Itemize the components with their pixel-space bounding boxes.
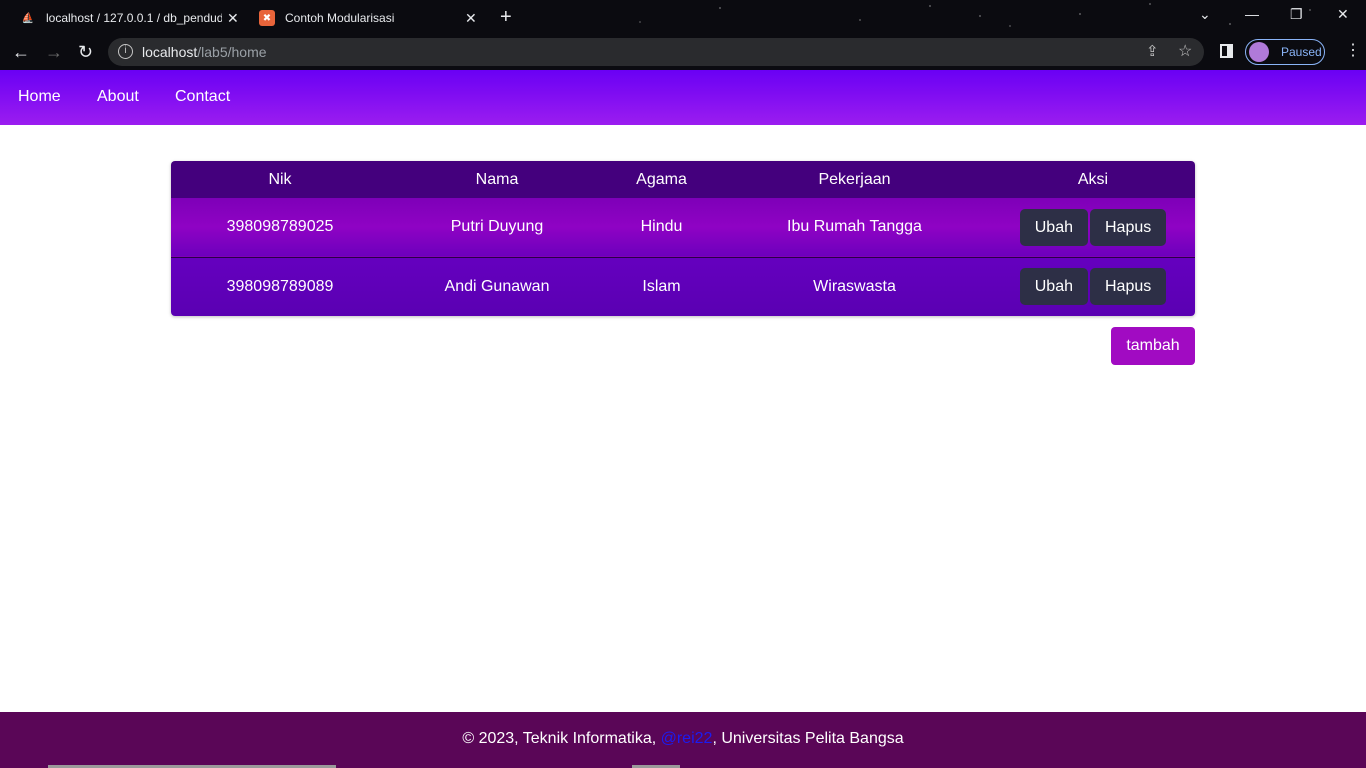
add-button[interactable]: tambah xyxy=(1111,327,1195,365)
column-header-nama: Nama xyxy=(475,170,519,188)
cell-nik: 398098789025 xyxy=(226,218,334,236)
cell-agama: Hindu xyxy=(640,218,683,236)
nav-link-contact[interactable]: Contact xyxy=(175,88,230,106)
delete-button[interactable]: Hapus xyxy=(1090,208,1167,246)
penduduk-table: Nik Nama Agama Pekerjaan Aksi 3980987890… xyxy=(171,161,1195,316)
url-host: localhost xyxy=(142,44,198,60)
cell-nama: Putri Duyung xyxy=(450,218,544,236)
site-footer: © 2023, Teknik Informatika, @rei22, Univ… xyxy=(0,712,1366,768)
table-row: 398098789025 Putri Duyung Hindu Ibu Ruma… xyxy=(171,198,1195,257)
menu-kebab-icon[interactable]: ⋮ xyxy=(1345,42,1361,60)
cell-agama: Islam xyxy=(642,277,681,295)
cell-nik: 398098789089 xyxy=(226,277,334,295)
table-row: 398098789089 Andi Gunawan Islam Wiraswas… xyxy=(171,257,1195,316)
edit-button[interactable]: Ubah xyxy=(1019,208,1088,246)
new-tab-icon[interactable]: + xyxy=(500,6,512,28)
back-icon[interactable]: ← xyxy=(12,42,30,62)
cell-pekerjaan: Wiraswasta xyxy=(813,277,896,295)
column-header-nik: Nik xyxy=(268,170,292,188)
tab-title: Contoh Modularisasi xyxy=(285,11,395,25)
column-header-pekerjaan: Pekerjaan xyxy=(818,170,891,188)
bookmark-star-icon[interactable]: ☆ xyxy=(1178,41,1192,61)
column-header-agama: Agama xyxy=(636,170,687,188)
side-panel-icon[interactable] xyxy=(1220,44,1233,58)
site-info-icon[interactable]: i xyxy=(118,44,133,59)
profile-button[interactable]: Paused xyxy=(1245,39,1325,65)
footer-prefix: © 2023, Teknik Informatika, xyxy=(462,730,661,747)
profile-status-label: Paused xyxy=(1281,45,1322,59)
column-header-aksi: Aksi xyxy=(1077,170,1109,188)
browser-tab-strip: ⛵ localhost / 127.0.0.1 / db_penduduk ✕ … xyxy=(0,0,1366,34)
url-text[interactable]: localhost/lab5/home xyxy=(142,44,267,60)
tab-search-icon[interactable]: ⌄ xyxy=(1199,6,1211,23)
close-icon[interactable]: ✕ xyxy=(465,10,477,27)
browser-toolbar: ← → ↻ i localhost/lab5/home ⇪ ☆ Paused ⋮ xyxy=(0,34,1366,70)
cell-aksi: Ubah Hapus xyxy=(991,257,1195,316)
site-navbar: Home About Contact xyxy=(0,70,1366,125)
nav-link-home[interactable]: Home xyxy=(18,88,61,106)
cell-aksi: Ubah Hapus xyxy=(991,198,1195,257)
url-path: /lab5/home xyxy=(197,44,267,60)
table-header-row: Nik Nama Agama Pekerjaan Aksi xyxy=(171,161,1195,198)
restore-icon[interactable]: ❐ xyxy=(1290,6,1303,23)
reload-icon[interactable]: ↻ xyxy=(78,42,93,62)
browser-tab-modularisasi[interactable]: ✖ Contoh Modularisasi ✕ xyxy=(259,4,484,32)
edit-button[interactable]: Ubah xyxy=(1019,268,1088,306)
close-icon[interactable]: ✕ xyxy=(227,10,239,27)
forward-icon[interactable]: → xyxy=(45,42,63,62)
phpmyadmin-icon: ⛵ xyxy=(21,12,35,24)
nav-link-about[interactable]: About xyxy=(97,88,139,106)
footer-handle-link[interactable]: @rei22 xyxy=(661,730,713,747)
window-close-icon[interactable]: ✕ xyxy=(1337,6,1349,23)
cell-nama: Andi Gunawan xyxy=(444,277,550,295)
xampp-icon: ✖ xyxy=(259,10,275,26)
minimize-icon[interactable]: — xyxy=(1245,6,1259,22)
avatar xyxy=(1249,42,1269,62)
browser-tab-phpmyadmin[interactable]: ⛵ localhost / 127.0.0.1 / db_penduduk ✕ xyxy=(20,4,245,32)
delete-button[interactable]: Hapus xyxy=(1090,268,1167,306)
address-bar[interactable]: i localhost/lab5/home ⇪ ☆ xyxy=(108,38,1204,66)
cell-pekerjaan: Ibu Rumah Tangga xyxy=(787,218,922,236)
share-icon[interactable]: ⇪ xyxy=(1146,42,1159,60)
tab-title: localhost / 127.0.0.1 / db_penduduk xyxy=(46,11,222,25)
footer-suffix: , Universitas Pelita Bangsa xyxy=(712,730,904,747)
